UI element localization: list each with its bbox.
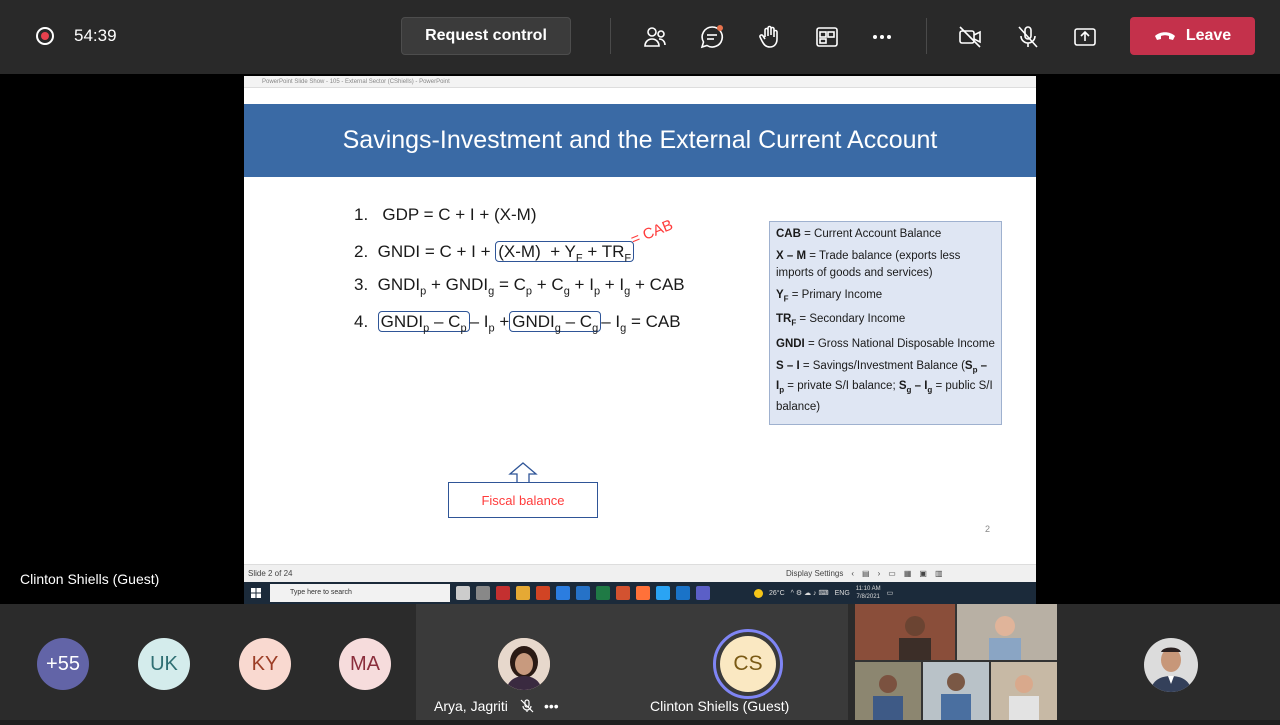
outlook-icon[interactable] [576, 586, 590, 600]
participant-strip: +55 UK KY MA Arya, Jagriti ••• CS Clinto… [0, 604, 1280, 720]
slide-page-number: 2 [985, 524, 991, 534]
participant-avatar[interactable]: KY [239, 638, 291, 690]
meeting-timer: 54:39 [74, 26, 117, 45]
more-icon[interactable] [867, 22, 897, 52]
ppt-status-bar: Slide 2 of 24 Display Settings ‹ ▤ › ▭ ▦… [244, 564, 1036, 582]
firefox-icon[interactable] [636, 586, 650, 600]
powerpoint-icon[interactable] [616, 586, 630, 600]
outlook-calendar-icon[interactable] [676, 586, 690, 600]
leave-button[interactable]: Leave [1130, 17, 1255, 55]
participant-photo [498, 638, 550, 690]
windows-start-icon[interactable] [251, 588, 261, 598]
private-savings-box: GNDIp – Cp [377, 311, 470, 334]
legend-secondary-income: TRF = Secondary Income [776, 313, 906, 328]
legend-cab: CAB = Current Account Balance [776, 228, 942, 240]
share-tray-icon[interactable] [812, 22, 842, 52]
system-tray: 26°C ^ ⚙ ☁ ♪ ⌨ ENG 11:10 AM 7/8/2021 ▭ [754, 582, 893, 604]
participant-avatar[interactable]: MA [339, 638, 391, 690]
legend-primary-income: YF = Primary Income [776, 288, 883, 303]
mic-off-icon[interactable] [1013, 22, 1043, 52]
store-icon[interactable] [556, 586, 570, 600]
excel-icon[interactable] [596, 586, 610, 600]
legend-trade-balance: X – M = Trade balance (exports less impo… [776, 249, 961, 280]
participants-icon[interactable] [640, 22, 670, 52]
public-savings-box: GNDIg – Cg [509, 311, 602, 334]
edge-icon[interactable] [656, 586, 670, 600]
reading-view-icon[interactable]: ▣ [919, 565, 927, 583]
speaking-indicator: CS [713, 629, 783, 699]
cab-annotation: = CAB [628, 216, 676, 249]
language-indicator[interactable]: ENG [835, 590, 850, 597]
equation-number: 4. [354, 312, 369, 331]
participant-overflow-avatar[interactable]: +55 [37, 638, 89, 690]
toolbar-divider [926, 18, 927, 54]
ppt-toolbar-gap [244, 88, 1036, 104]
taskbar-apps [456, 586, 710, 600]
slide-sorter-icon[interactable]: ▤ [862, 565, 870, 583]
widgets-icon[interactable] [476, 586, 490, 600]
file-explorer-icon[interactable] [516, 586, 530, 600]
weather-temp: 26°C [769, 589, 785, 597]
mic-off-icon [520, 699, 534, 713]
ppt-title-bar: PowerPoint Slide Show - 105 - External S… [244, 76, 1036, 88]
request-control-button[interactable]: Request control [401, 17, 571, 55]
video-grid [855, 604, 1057, 720]
toolbar-divider [610, 18, 611, 54]
leave-label: Leave [1185, 27, 1232, 44]
task-view-icon[interactable] [456, 586, 470, 600]
taskbar-date: 7/8/2021 [856, 594, 880, 600]
teams-icon[interactable] [696, 586, 710, 600]
participant-name: Arya, Jagriti [434, 698, 508, 714]
notification-icon[interactable]: ▭ [887, 589, 894, 597]
legend-gndi: GNDI = Gross National Disposable Income [776, 338, 995, 351]
weather-icon [754, 588, 763, 598]
prev-slide-icon[interactable]: ‹ [851, 565, 854, 583]
presenter-name: Clinton Shiells (Guest) [20, 571, 160, 587]
equation-3: 3. GNDIp + GNDIg = Cp + Cg + Ip + Ig + C… [354, 275, 685, 298]
meeting-toolbar: 54:39 Request control Leave [0, 0, 1280, 74]
participant-name: Clinton Shiells (Guest) [650, 698, 790, 714]
tray-icons[interactable]: ^ ⚙ ☁ ♪ ⌨ [791, 589, 829, 597]
slideshow-view-icon[interactable]: ▥ [935, 565, 943, 583]
grid-view-icon[interactable]: ▦ [904, 565, 912, 583]
hang-up-icon [1154, 32, 1175, 40]
slide: Savings-Investment and the External Curr… [244, 104, 1036, 549]
equation-text: GDP = C + I + (X-M) [382, 205, 537, 224]
office-icon[interactable] [536, 586, 550, 600]
equation-number: 1. [354, 205, 369, 224]
share-icon[interactable] [1070, 22, 1100, 52]
equation-2: 2. GNDI = C + I + (X-M) + YF + TRF [354, 241, 635, 264]
shared-powerpoint-window: PowerPoint Slide Show - 105 - External S… [244, 76, 1036, 604]
taskbar-search[interactable]: Type here to search [270, 584, 450, 602]
current-account-box: (X-M) + YF + TRF [495, 241, 635, 264]
windows-taskbar: Type here to search 26°C ^ ⚙ ☁ ♪ ⌨ ENG 1… [244, 582, 1036, 604]
next-slide-icon[interactable]: › [878, 565, 881, 583]
participant-tile-clinton[interactable]: CS Clinton Shiells (Guest) [632, 604, 848, 720]
chat-icon[interactable] [697, 22, 727, 52]
more-options-icon[interactable]: ••• [544, 698, 559, 714]
acrobat-icon[interactable] [496, 586, 510, 600]
equation-number: 2. [354, 242, 369, 261]
participant-video-grid[interactable] [855, 604, 1057, 720]
participant-tile-video-off[interactable] [1064, 604, 1280, 720]
equation-1: 1. GDP = C + I + (X-M) [354, 205, 537, 225]
recording-icon [36, 27, 54, 45]
definitions-legend: CAB = Current Account Balance X – M = Tr… [769, 221, 1002, 425]
participant-photo [1144, 638, 1198, 692]
up-arrow-icon [508, 462, 538, 484]
display-settings-button[interactable]: Display Settings [786, 565, 843, 583]
equation-4: 4. GNDIp – Cp – Ip + GNDIg – Cg – Ig = CAB [354, 311, 681, 335]
legend-savings-investment: S – I = Savings/Investment Balance (Sp –… [776, 359, 993, 414]
participant-avatar[interactable]: UK [138, 638, 190, 690]
taskbar-time: 11:10 AM [855, 586, 881, 592]
participant-tile-arya[interactable]: Arya, Jagriti ••• [416, 604, 632, 720]
raise-hand-icon[interactable] [755, 22, 785, 52]
participant-avatar: CS [720, 636, 776, 692]
slide-title: Savings-Investment and the External Curr… [244, 104, 1036, 177]
normal-view-icon[interactable]: ▭ [888, 565, 896, 583]
equation-number: 3. [354, 275, 369, 294]
slide-counter: Slide 2 of 24 [248, 569, 293, 578]
camera-off-icon[interactable] [955, 22, 985, 52]
fiscal-balance-box: Fiscal balance [448, 482, 598, 518]
